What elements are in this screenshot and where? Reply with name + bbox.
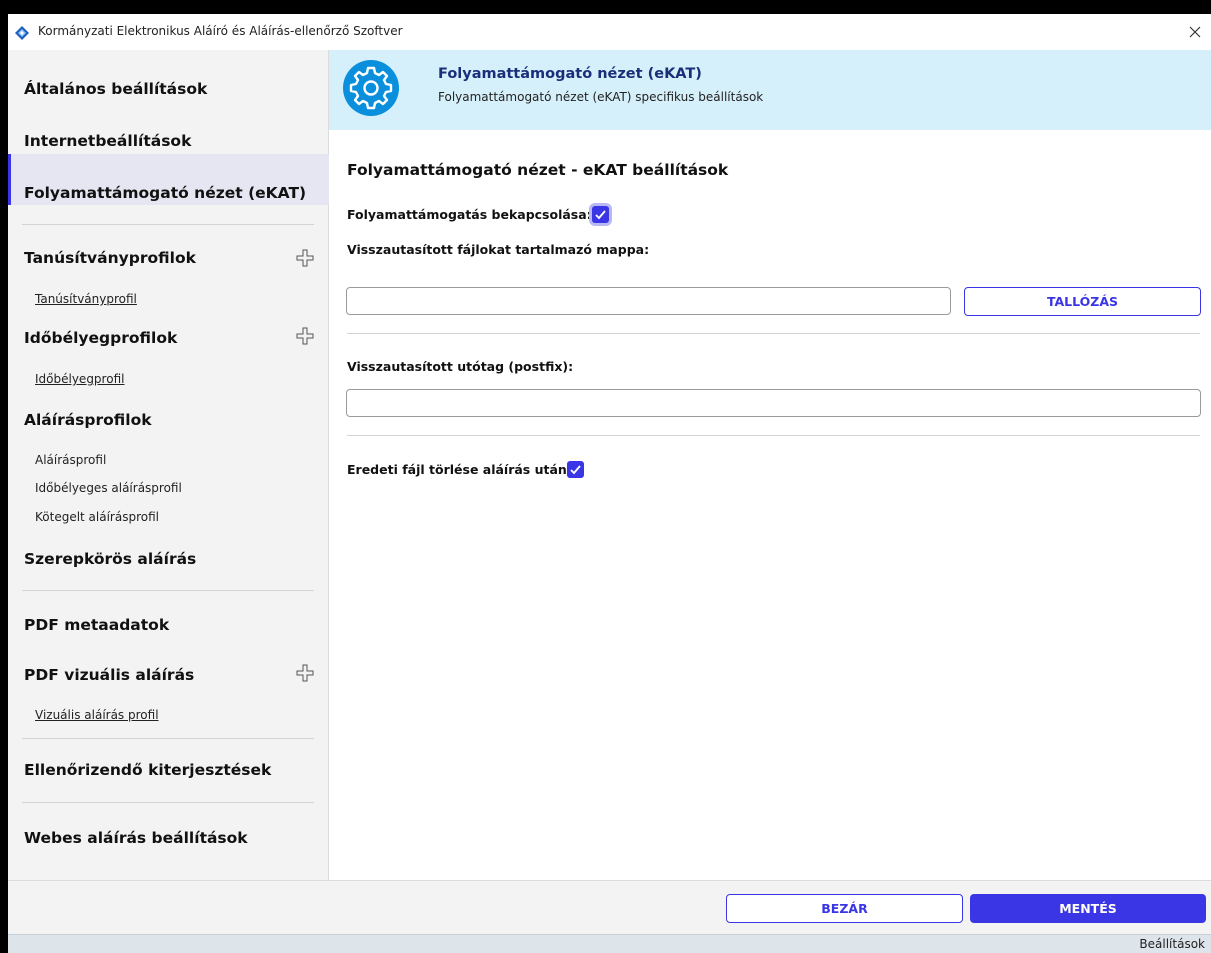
content-divider: [347, 333, 1200, 334]
dialog-footer: BEZÁR MENTÉS: [8, 880, 1211, 934]
content-divider: [347, 435, 1200, 436]
delete-original-label: Eredeti fájl törlése aláírás után:: [347, 462, 572, 477]
add-visual-signature-profile-icon[interactable]: [296, 664, 314, 682]
settings-badge: [343, 60, 399, 116]
add-cert-profile-icon[interactable]: [296, 249, 314, 267]
sidebar-item-timestamp-profiles[interactable]: Időbélyegprofilok: [24, 329, 177, 347]
checkmark-icon: [570, 465, 581, 475]
window-title: Kormányzati Elektronikus Aláíró és Aláír…: [38, 24, 403, 38]
section-title: Folyamattámogató nézet - eKAT beállításo…: [347, 161, 729, 179]
gear-icon: [349, 66, 393, 110]
add-timestamp-profile-icon[interactable]: [296, 327, 314, 345]
save-button[interactable]: MENTÉS: [970, 894, 1206, 923]
settings-sidebar: Általános beállítások Internetbeállításo…: [8, 50, 329, 880]
sidebar-sub-timestamped-signature-profile[interactable]: Időbélyeges aláírásprofil: [35, 481, 182, 495]
rejected-folder-label: Visszautasított fájlokat tartalmazó mapp…: [347, 242, 650, 257]
rejected-folder-input[interactable]: [346, 287, 951, 315]
sidebar-item-internet[interactable]: Internetbeállítások: [24, 132, 191, 150]
sidebar-item-pdf-visual-signature[interactable]: PDF vizuális aláírás: [24, 666, 194, 684]
title-bar: Kormányzati Elektronikus Aláíró és Aláír…: [8, 14, 1211, 50]
sidebar-item-extensions[interactable]: Ellenőrizendő kiterjesztések: [24, 761, 271, 779]
sidebar-active-indicator: [8, 154, 11, 205]
sidebar-divider: [22, 224, 314, 225]
page-title: Folyamattámogató nézet (eKAT): [438, 66, 702, 82]
sidebar-sub-signature-profile[interactable]: Aláírásprofil: [35, 453, 106, 467]
sidebar-item-general[interactable]: Általános beállítások: [24, 80, 207, 98]
sidebar-sub-timestamp-profile[interactable]: Időbélyegprofil: [35, 372, 124, 386]
sidebar-divider: [22, 802, 314, 803]
sidebar-sub-batch-signature-profile[interactable]: Kötegelt aláírásprofil: [35, 510, 159, 524]
delete-original-checkbox[interactable]: [567, 461, 584, 478]
browse-button[interactable]: TALLÓZÁS: [964, 287, 1201, 316]
settings-window: Kormányzati Elektronikus Aláíró és Aláír…: [8, 14, 1211, 953]
sidebar-item-web-signature[interactable]: Webes aláírás beállítások: [24, 829, 248, 847]
app-logo-icon: [15, 26, 29, 40]
sidebar-divider: [22, 738, 314, 739]
checkmark-icon: [595, 210, 606, 220]
page-header: Folyamattámogató nézet (eKAT) Folyamattá…: [329, 50, 1211, 130]
rejected-postfix-label: Visszautasított utótag (postfix):: [347, 359, 574, 374]
sidebar-divider: [22, 590, 314, 591]
page-subtitle: Folyamattámogató nézet (eKAT) specifikus…: [438, 90, 764, 104]
sidebar-sub-cert-profile[interactable]: Tanúsítványprofil: [35, 292, 137, 306]
enable-process-support-checkbox[interactable]: [592, 206, 609, 223]
status-bar: Beállítások: [8, 934, 1211, 953]
sidebar-item-ekat[interactable]: Folyamattámogató nézet (eKAT): [24, 184, 306, 202]
close-button[interactable]: BEZÁR: [726, 894, 963, 923]
close-window-button[interactable]: [1181, 20, 1209, 44]
sidebar-item-pdf-metadata[interactable]: PDF metaadatok: [24, 616, 169, 634]
rejected-postfix-input[interactable]: [346, 389, 1201, 417]
close-icon: [1189, 26, 1201, 38]
enable-process-support-label: Folyamattámogatás bekapcsolása:: [347, 207, 592, 222]
sidebar-item-signature-profiles[interactable]: Aláírásprofilok: [24, 411, 152, 429]
sidebar-item-role-signature[interactable]: Szerepkörös aláírás: [24, 550, 196, 568]
sidebar-sub-visual-signature-profile[interactable]: Vizuális aláírás profil: [35, 708, 159, 722]
status-text: Beállítások: [1139, 937, 1205, 951]
settings-content: Folyamattámogató nézet - eKAT beállításo…: [329, 130, 1211, 880]
sidebar-item-cert-profiles[interactable]: Tanúsítványprofilok: [24, 249, 196, 267]
